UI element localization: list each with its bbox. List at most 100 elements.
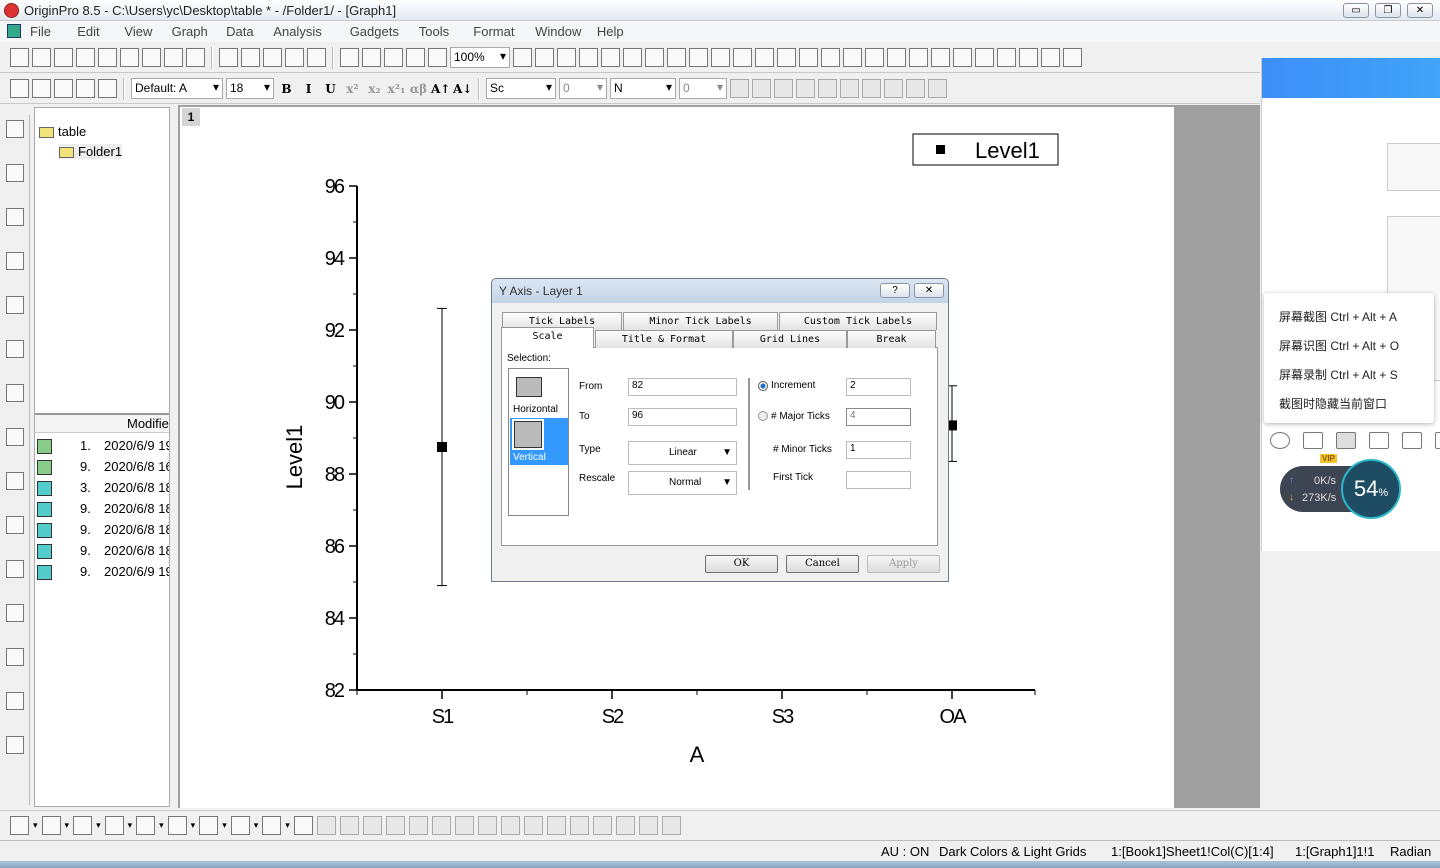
tab-break[interactable]: Break bbox=[847, 330, 936, 348]
chevron-down-icon[interactable]: ▾ bbox=[222, 820, 227, 831]
x-tick-label: OA bbox=[940, 706, 968, 728]
rescale-value: Normal bbox=[669, 477, 702, 488]
thumbnail[interactable] bbox=[1387, 143, 1440, 191]
screenshot-menu-item[interactable]: 屏幕识图 Ctrl + Alt + O bbox=[1279, 337, 1399, 354]
3d-plot-icon[interactable] bbox=[136, 816, 156, 835]
sel-horizontal-label: Horizontal bbox=[513, 404, 559, 415]
same-width-icon[interactable] bbox=[546, 816, 566, 835]
memory-gauge[interactable]: 54% bbox=[1341, 459, 1401, 519]
chevron-down-icon[interactable]: ▾ bbox=[285, 820, 290, 831]
type-select[interactable]: Linear ▼ bbox=[628, 441, 737, 465]
chevron-down-icon[interactable]: ▾ bbox=[96, 820, 101, 831]
tab-custom-tick-labels[interactable]: Custom Tick Labels bbox=[779, 312, 937, 330]
status-theme: Dark Colors & Light Grids bbox=[939, 844, 1087, 859]
line-plot-icon[interactable] bbox=[10, 816, 29, 835]
middle-icon[interactable] bbox=[523, 816, 543, 835]
polar-icon[interactable] bbox=[230, 816, 250, 835]
to-input[interactable]: 96 bbox=[628, 408, 737, 426]
rescale-select[interactable]: Normal ▼ bbox=[628, 471, 737, 495]
legend-symbol bbox=[936, 145, 945, 154]
x-tick-label: S1 bbox=[432, 706, 454, 728]
y-tick-label: 82 bbox=[325, 680, 345, 702]
apply-button[interactable]: Apply bbox=[867, 555, 940, 573]
align-top-icon[interactable] bbox=[454, 816, 474, 835]
ungroup-icon[interactable] bbox=[339, 816, 359, 835]
line-symbol-icon[interactable] bbox=[73, 816, 93, 835]
ok-button[interactable]: OK bbox=[705, 555, 778, 573]
group-icon[interactable] bbox=[316, 816, 336, 835]
increment-radio[interactable] bbox=[758, 381, 768, 391]
divider bbox=[748, 378, 750, 490]
scatter-plot-icon[interactable] bbox=[41, 816, 61, 835]
scissors-icon[interactable] bbox=[1336, 432, 1356, 449]
spread-icon[interactable] bbox=[615, 816, 635, 835]
chevron-down-icon[interactable]: ▾ bbox=[33, 820, 38, 831]
help-button[interactable]: ? bbox=[880, 283, 910, 298]
upload-arrow-icon: ↑ bbox=[1289, 475, 1294, 486]
tab-title-format[interactable]: Title & Format bbox=[595, 330, 733, 348]
x-tick-label: S2 bbox=[602, 706, 624, 728]
rescale-label: Rescale bbox=[579, 473, 616, 484]
major-ticks-radio[interactable] bbox=[758, 411, 768, 421]
chevron-down-icon: ▼ bbox=[722, 477, 732, 488]
dialog-close-button[interactable]: ✕ bbox=[914, 283, 944, 298]
puzzle-icon[interactable] bbox=[1402, 432, 1422, 449]
same-height-icon[interactable] bbox=[569, 816, 589, 835]
major-ticks-label: # Major Ticks bbox=[771, 411, 830, 422]
align-right-icon[interactable] bbox=[431, 816, 451, 835]
screenshot-menu-item[interactable]: 屏幕截图 Ctrl + Alt + A bbox=[1279, 308, 1397, 325]
area-icon[interactable] bbox=[199, 816, 219, 835]
image-icon[interactable] bbox=[1435, 432, 1440, 449]
y-tick-label: 86 bbox=[325, 536, 345, 558]
sel-vertical[interactable]: Vertical bbox=[510, 418, 568, 465]
x-tick-label: S3 bbox=[772, 706, 794, 728]
minor-ticks-label: # Minor Ticks bbox=[773, 444, 832, 455]
type-value: Linear bbox=[669, 447, 697, 458]
sel-horizontal[interactable]: Horizontal bbox=[510, 371, 568, 417]
frame-icon[interactable] bbox=[661, 816, 681, 835]
template-icon[interactable] bbox=[293, 816, 313, 835]
distribute-icon[interactable] bbox=[592, 816, 612, 835]
cancel-button[interactable]: Cancel bbox=[786, 555, 859, 573]
front-icon[interactable] bbox=[362, 816, 382, 835]
status-autoupdate: AU : ON bbox=[881, 844, 930, 859]
folder-icon[interactable] bbox=[1369, 432, 1389, 449]
align-left-icon[interactable] bbox=[408, 816, 428, 835]
minor-ticks-input[interactable]: 1 bbox=[846, 441, 911, 459]
y-axis-dialog: Y Axis - Layer 1 ? ✕ Selection: Horizont… bbox=[491, 278, 949, 582]
column-plot-icon[interactable] bbox=[104, 816, 124, 835]
snap-icon[interactable] bbox=[638, 816, 658, 835]
first-tick-input[interactable] bbox=[846, 471, 911, 489]
download-speed: 273K/s bbox=[1302, 492, 1337, 504]
graph-toolbar: ▾ ▾ ▾ ▾ ▾ ▾ ▾ ▾ ▾ bbox=[0, 810, 1440, 840]
tab-scale[interactable]: Scale bbox=[501, 327, 594, 348]
dialog-title-bar: Y Axis - Layer 1 ? ✕ bbox=[492, 279, 948, 303]
major-ticks-input[interactable]: 4 bbox=[846, 408, 911, 426]
emoji-icon[interactable] bbox=[1270, 432, 1290, 449]
chevron-down-icon: ▼ bbox=[722, 447, 732, 458]
chevron-down-icon[interactable]: ▾ bbox=[65, 820, 70, 831]
axis-selection-list: Horizontal Vertical bbox=[508, 368, 569, 516]
box-chart-icon[interactable] bbox=[262, 816, 282, 835]
legend-label: Level1 bbox=[975, 138, 1040, 163]
scale-tab-panel: Selection: Horizontal Vertical From 82 T… bbox=[501, 347, 938, 546]
dialog-title: Y Axis - Layer 1 bbox=[499, 284, 583, 298]
taskbar bbox=[0, 861, 1440, 868]
type-label: Type bbox=[579, 444, 601, 455]
tab-minor-tick-labels[interactable]: Minor Tick Labels bbox=[623, 312, 778, 330]
error-bar-icon[interactable] bbox=[167, 816, 187, 835]
align-bottom-icon[interactable] bbox=[477, 816, 497, 835]
tab-grid-lines[interactable]: Grid Lines bbox=[733, 330, 847, 348]
gif-icon[interactable] bbox=[1303, 432, 1323, 449]
back-icon[interactable] bbox=[385, 816, 405, 835]
chevron-down-icon[interactable]: ▾ bbox=[254, 820, 259, 831]
chevron-down-icon[interactable]: ▾ bbox=[191, 820, 196, 831]
center-icon[interactable] bbox=[500, 816, 520, 835]
increment-input[interactable]: 2 bbox=[846, 378, 911, 396]
chevron-down-icon[interactable]: ▾ bbox=[159, 820, 164, 831]
screenshot-menu-item[interactable]: 屏幕录制 Ctrl + Alt + S bbox=[1279, 366, 1398, 383]
from-input[interactable]: 82 bbox=[628, 378, 737, 396]
increment-label: Increment bbox=[771, 380, 816, 391]
chevron-down-icon[interactable]: ▾ bbox=[128, 820, 133, 831]
screenshot-menu-item[interactable]: 截图时隐藏当前窗口 bbox=[1279, 395, 1387, 412]
